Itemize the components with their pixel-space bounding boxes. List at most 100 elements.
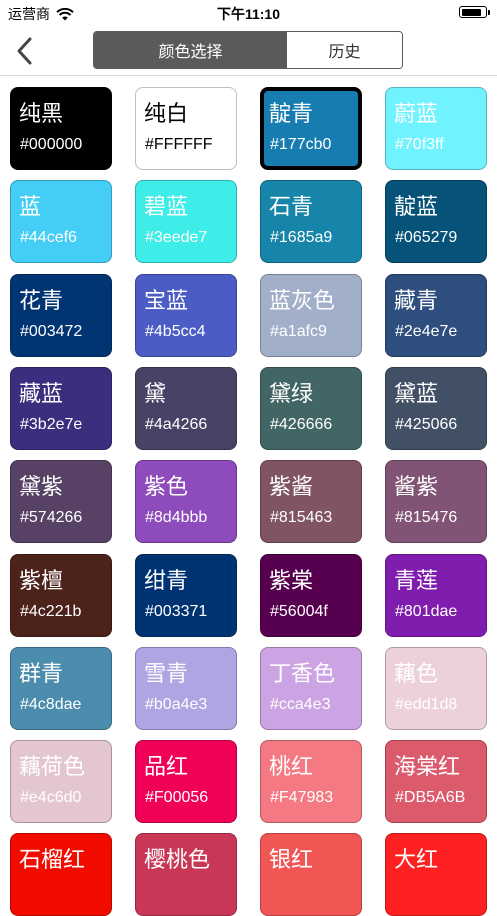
color-hex: #cca4e3 (270, 696, 331, 713)
color-name: 藕荷色 (19, 754, 86, 779)
color-card[interactable]: 大红 (385, 833, 487, 916)
color-name: 青莲 (394, 568, 439, 593)
color-hex: #4b5cc4 (145, 323, 206, 340)
color-name: 品红 (144, 754, 189, 779)
color-name: 黛蓝 (394, 381, 439, 406)
color-name: 蓝灰色 (269, 288, 336, 313)
navigation-bar: 颜色选择 历史 (0, 26, 497, 76)
color-card[interactable]: 银红 (260, 833, 362, 916)
color-card[interactable]: 石青 #1685a9 (260, 180, 362, 263)
color-card[interactable]: 蓝灰色 #a1afc9 (260, 274, 362, 357)
color-name: 绀青 (144, 568, 189, 593)
color-hex: #F47983 (270, 789, 334, 806)
color-card[interactable]: 黛 #4a4266 (135, 367, 237, 450)
color-card[interactable]: 品红 #F00056 (135, 740, 237, 823)
color-hex: #065279 (395, 229, 458, 246)
color-hex: #003472 (20, 323, 83, 340)
color-card[interactable]: 靛青 #177cb0 (260, 87, 362, 170)
color-card[interactable]: 雪青 #b0a4e3 (135, 647, 237, 730)
color-hex: #44cef6 (20, 229, 77, 246)
color-name: 银红 (269, 847, 314, 872)
color-name: 黛绿 (269, 381, 314, 406)
tab-color-select[interactable]: 颜色选择 (94, 32, 287, 68)
color-hex: #DB5A6B (395, 789, 466, 806)
color-name: 酱紫 (394, 474, 439, 499)
color-name: 黛紫 (19, 474, 64, 499)
color-name: 宝蓝 (144, 288, 189, 313)
color-card[interactable]: 群青 #4c8dae (10, 647, 112, 730)
color-hex: #4c8dae (20, 696, 82, 713)
color-name: 靛蓝 (394, 194, 439, 219)
color-name: 群青 (19, 661, 64, 686)
color-name: 大红 (394, 847, 439, 872)
color-card[interactable]: 藕荷色 #e4c6d0 (10, 740, 112, 823)
color-card[interactable]: 蔚蓝 #70f3ff (385, 87, 487, 170)
color-card[interactable]: 青莲 #801dae (385, 554, 487, 637)
color-card[interactable]: 紫檀 #4c221b (10, 554, 112, 637)
color-name: 紫檀 (19, 568, 64, 593)
color-name: 花青 (19, 288, 64, 313)
color-name: 丁香色 (269, 661, 336, 686)
color-hex: #edd1d8 (395, 696, 458, 713)
color-card[interactable]: 藏青 #2e4e7e (385, 274, 487, 357)
color-card[interactable]: 藕色 #edd1d8 (385, 647, 487, 730)
color-hex: #000000 (20, 136, 83, 153)
color-card[interactable]: 酱紫 #815476 (385, 460, 487, 543)
color-name: 藏青 (394, 288, 439, 313)
color-card[interactable]: 石榴红 (10, 833, 112, 916)
color-name: 蓝 (19, 194, 42, 219)
color-hex: #815476 (395, 509, 458, 526)
chevron-left-icon[interactable] (12, 34, 36, 68)
color-card[interactable]: 碧蓝 #3eede7 (135, 180, 237, 263)
status-bar: 运营商 下午11:10 (0, 0, 497, 26)
color-name: 紫色 (144, 474, 189, 499)
color-card[interactable]: 纯黑 #000000 (10, 87, 112, 170)
color-card[interactable]: 紫棠 #56004f (260, 554, 362, 637)
color-card[interactable]: 花青 #003472 (10, 274, 112, 357)
color-name: 黛 (144, 381, 167, 406)
color-card[interactable]: 宝蓝 #4b5cc4 (135, 274, 237, 357)
color-name: 靛青 (269, 101, 314, 126)
battery-icon (459, 6, 490, 18)
color-name: 雪青 (144, 661, 189, 686)
color-hex: #177cb0 (270, 136, 332, 153)
color-hex: #801dae (395, 603, 458, 620)
color-card[interactable]: 蓝 #44cef6 (10, 180, 112, 263)
color-card[interactable]: 靛蓝 #065279 (385, 180, 487, 263)
color-hex: #56004f (270, 603, 328, 620)
tab-history[interactable]: 历史 (287, 32, 402, 68)
color-name: 藏蓝 (19, 381, 64, 406)
color-name: 石青 (269, 194, 314, 219)
color-hex: #F00056 (145, 789, 209, 806)
color-name: 海棠红 (394, 754, 461, 779)
color-hex: #a1afc9 (270, 323, 327, 340)
color-hex: #4c221b (20, 603, 82, 620)
color-card[interactable]: 藏蓝 #3b2e7e (10, 367, 112, 450)
color-card[interactable]: 桃红 #F47983 (260, 740, 362, 823)
color-name: 紫酱 (269, 474, 314, 499)
color-name: 藕色 (394, 661, 439, 686)
color-card[interactable]: 丁香色 #cca4e3 (260, 647, 362, 730)
color-name: 石榴红 (19, 847, 86, 872)
color-hex: #1685a9 (270, 229, 333, 246)
color-hex: #425066 (395, 416, 458, 433)
color-card[interactable]: 黛绿 #426666 (260, 367, 362, 450)
status-time: 下午11:10 (216, 6, 281, 22)
color-card[interactable]: 樱桃色 (135, 833, 237, 916)
color-card[interactable]: 紫色 #8d4bbb (135, 460, 237, 543)
color-card[interactable]: 黛蓝 #425066 (385, 367, 487, 450)
color-hex: #574266 (20, 509, 83, 526)
color-name: 樱桃色 (144, 847, 211, 872)
color-card[interactable]: 紫酱 #815463 (260, 460, 362, 543)
color-name: 桃红 (269, 754, 314, 779)
color-name: 紫棠 (269, 568, 314, 593)
color-card[interactable]: 黛紫 #574266 (10, 460, 112, 543)
color-hex: #003371 (145, 603, 208, 620)
color-card[interactable]: 纯白 #FFFFFF (135, 87, 237, 170)
color-name: 碧蓝 (144, 194, 189, 219)
segmented-control: 颜色选择 历史 (93, 31, 403, 69)
color-card[interactable]: 海棠红 #DB5A6B (385, 740, 487, 823)
color-hex: #FFFFFF (145, 136, 213, 153)
color-hex: #70f3ff (395, 136, 444, 153)
color-card[interactable]: 绀青 #003371 (135, 554, 237, 637)
